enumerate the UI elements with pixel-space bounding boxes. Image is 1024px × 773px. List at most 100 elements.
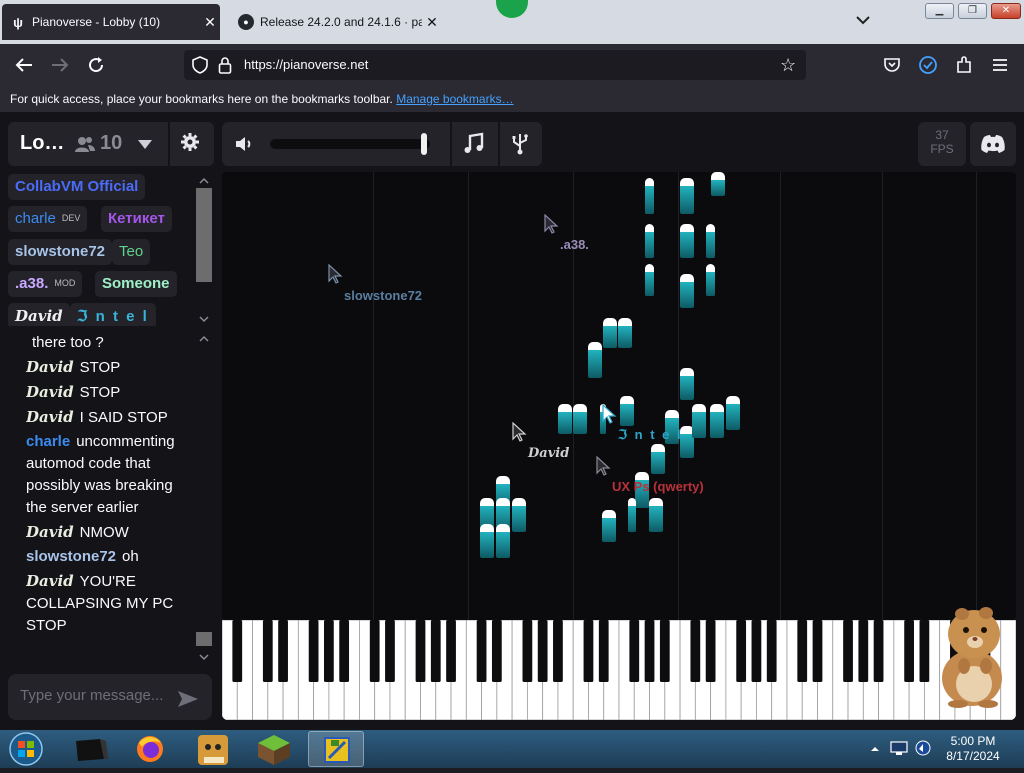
chat-author: charle [26,433,71,450]
tab-pianoverse[interactable]: ψ Pianoverse - Lobby (10) ✕ [2,4,220,40]
black-key[interactable] [537,620,548,682]
url-bar[interactable]: https://pianoverse.net ☆ [184,50,806,80]
black-key[interactable] [323,620,334,682]
volume-tray-icon[interactable] [914,740,932,756]
black-key[interactable] [873,620,884,682]
room-panel[interactable]: Lo… 10 [8,122,214,166]
discord-button[interactable] [970,122,1016,166]
url-text[interactable]: https://pianoverse.net [244,57,368,72]
black-key[interactable] [843,620,853,682]
pocket-icon[interactable] [878,52,906,78]
volume-slider-thumb[interactable] [420,133,427,155]
black-key[interactable] [736,620,747,682]
black-key[interactable] [766,620,777,682]
tab-release[interactable]: ● Release 24.2.0 and 24.1.6 · pal ✕ [230,4,442,40]
black-key[interactable] [522,620,533,682]
account-icon[interactable] [914,52,942,78]
scrollbar-thumb[interactable] [196,632,212,646]
tab-close-icon[interactable]: ✕ [200,14,220,31]
send-icon[interactable] [176,689,200,709]
black-key[interactable] [598,620,609,682]
shield-icon[interactable] [192,56,208,74]
chat-message: there too ? [26,332,186,354]
taskbar-app-minecraft[interactable] [246,731,302,767]
manage-bookmarks-link[interactable]: Manage bookmarks… [396,92,513,106]
user-chip[interactable]: Teo [112,239,151,265]
taskbar-app-terminal[interactable] [62,731,118,767]
settings-icon[interactable] [180,132,200,152]
scroll-up-icon[interactable] [196,334,212,344]
star-icon[interactable]: ☆ [780,55,796,76]
volume-icon[interactable] [234,134,256,154]
scroll-down-icon[interactable] [196,652,212,662]
black-key[interactable] [705,620,716,682]
show-hidden-icons-icon[interactable] [870,744,880,754]
discord-icon [981,135,1005,153]
user-chip[interactable]: David [8,303,70,326]
taskbar-app-box[interactable] [184,731,240,767]
black-key[interactable] [278,620,288,682]
minimize-button[interactable]: ▁ [925,3,954,19]
black-key[interactable] [904,620,915,682]
chat-message: David STOP [26,381,186,404]
note-bar [618,318,632,348]
list-tabs-icon[interactable] [856,12,872,32]
black-key[interactable] [385,620,395,682]
black-key[interactable] [232,620,243,682]
user-chip[interactable]: charle DEV [8,206,88,232]
black-key[interactable] [690,620,701,682]
user-chip[interactable]: slowstone72 [8,239,113,265]
black-key[interactable] [751,620,762,682]
black-key[interactable] [446,620,456,682]
scroll-down-icon[interactable] [196,314,212,324]
black-key[interactable] [415,620,426,682]
scrollbar-thumb[interactable] [196,188,212,282]
user-chip[interactable]: .a38. MOD [8,271,83,297]
user-chip[interactable]: Кетикет [101,206,172,232]
tab-close-icon[interactable]: ✕ [422,14,442,31]
lock-icon[interactable] [218,56,232,74]
scroll-up-icon[interactable] [196,176,212,186]
black-key[interactable] [629,620,640,682]
volume-slider[interactable] [270,139,430,149]
forward-icon[interactable] [46,52,74,78]
user-list-scrollbar[interactable] [196,174,212,326]
black-key[interactable] [553,620,563,682]
user-chip[interactable]: ℑ n t e l [70,303,156,326]
black-key[interactable] [491,620,502,682]
window-close-button[interactable]: ✕ [991,3,1021,19]
black-key[interactable] [659,620,670,682]
black-key[interactable] [644,620,655,682]
black-key[interactable] [369,620,380,682]
system-clock[interactable]: 5:00 PM 8/17/2024 [942,734,1004,764]
maximize-button[interactable]: ❐ [958,3,987,19]
user-chip[interactable]: Someone [95,271,177,297]
black-key[interactable] [476,620,487,682]
usb-icon[interactable] [510,132,530,156]
clock-time: 5:00 PM [950,734,996,748]
chevron-down-icon[interactable] [136,136,154,152]
black-key[interactable] [262,620,273,682]
network-icon[interactable] [890,740,908,756]
back-icon[interactable] [10,52,38,78]
black-key[interactable] [339,620,350,682]
black-key[interactable] [308,620,319,682]
user-chip[interactable]: CollabVM Official [8,174,146,200]
reload-icon[interactable] [82,52,110,78]
room-name[interactable]: Lo… [20,132,64,155]
black-key[interactable] [583,620,594,682]
piano-keyboard[interactable] [222,620,1016,720]
chat-message: David YOU'RE COLLAPSING MY PC STOP [26,570,186,637]
note-bar [692,404,706,438]
music-icon[interactable] [462,132,486,156]
black-key[interactable] [430,620,441,682]
taskbar-app-active[interactable] [308,731,364,767]
chat-scrollbar[interactable] [196,332,212,666]
start-button[interactable] [6,731,46,767]
black-key[interactable] [812,620,823,682]
extensions-icon[interactable] [950,52,978,78]
taskbar-app-firefox[interactable] [122,731,178,767]
menu-icon[interactable] [986,52,1014,78]
black-key[interactable] [858,620,869,682]
black-key[interactable] [797,620,808,682]
